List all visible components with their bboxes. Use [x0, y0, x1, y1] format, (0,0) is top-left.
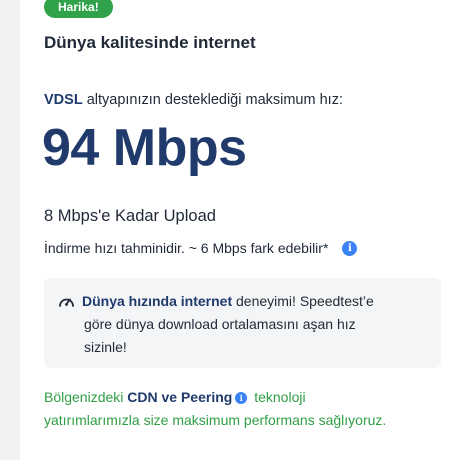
upload-speed: 8 Mbps'e Kadar Upload [44, 207, 216, 225]
info-icon[interactable]: i [342, 240, 358, 256]
headline: Dünya kalitesinde internet [44, 33, 256, 52]
note-line-2: göre dünya download ortalamasını aşan hı… [84, 316, 356, 332]
estimate-note: İndirme hızı tahminidir. ~ 6 Mbps fark e… [44, 240, 358, 256]
info-icon[interactable]: i [235, 392, 248, 404]
footer-prefix: Bölgenizdeki [44, 389, 128, 405]
footer-line-2: yatırımlarımızla size maksimum performan… [44, 412, 387, 428]
speedometer-icon [59, 298, 74, 307]
infrastructure-type: VDSL [44, 92, 83, 108]
note-line-1: Dünya hızında internet deneyimi! Speedte… [58, 290, 427, 313]
footer-bold: CDN ve Peering [127, 389, 233, 405]
status-badge: Harika! [44, 0, 113, 18]
offer-card: Harika! Dünya kalitesinde internet VDSL … [20, 0, 470, 460]
note-rest: deneyimi! Speedtest’e [232, 293, 374, 309]
infrastructure-description: altyapınızın desteklediği maksimum hız: [82, 92, 343, 108]
max-speed: 94 Mbps [42, 119, 247, 177]
speedtest-note: Dünya hızında internet deneyimi! Speedte… [44, 278, 441, 368]
estimate-text: İndirme hızı tahminidir. ~ 6 Mbps fark e… [44, 240, 329, 256]
footer-rest: teknoloji [250, 389, 306, 405]
note-bold: Dünya hızında internet [82, 293, 233, 309]
cdn-footer: Bölgenizdeki CDN ve Peering i teknoloji y… [44, 386, 454, 432]
note-line-3: sizinle! [84, 339, 127, 355]
infrastructure-text: VDSL altyapınızın desteklediği maksimum … [44, 92, 343, 108]
